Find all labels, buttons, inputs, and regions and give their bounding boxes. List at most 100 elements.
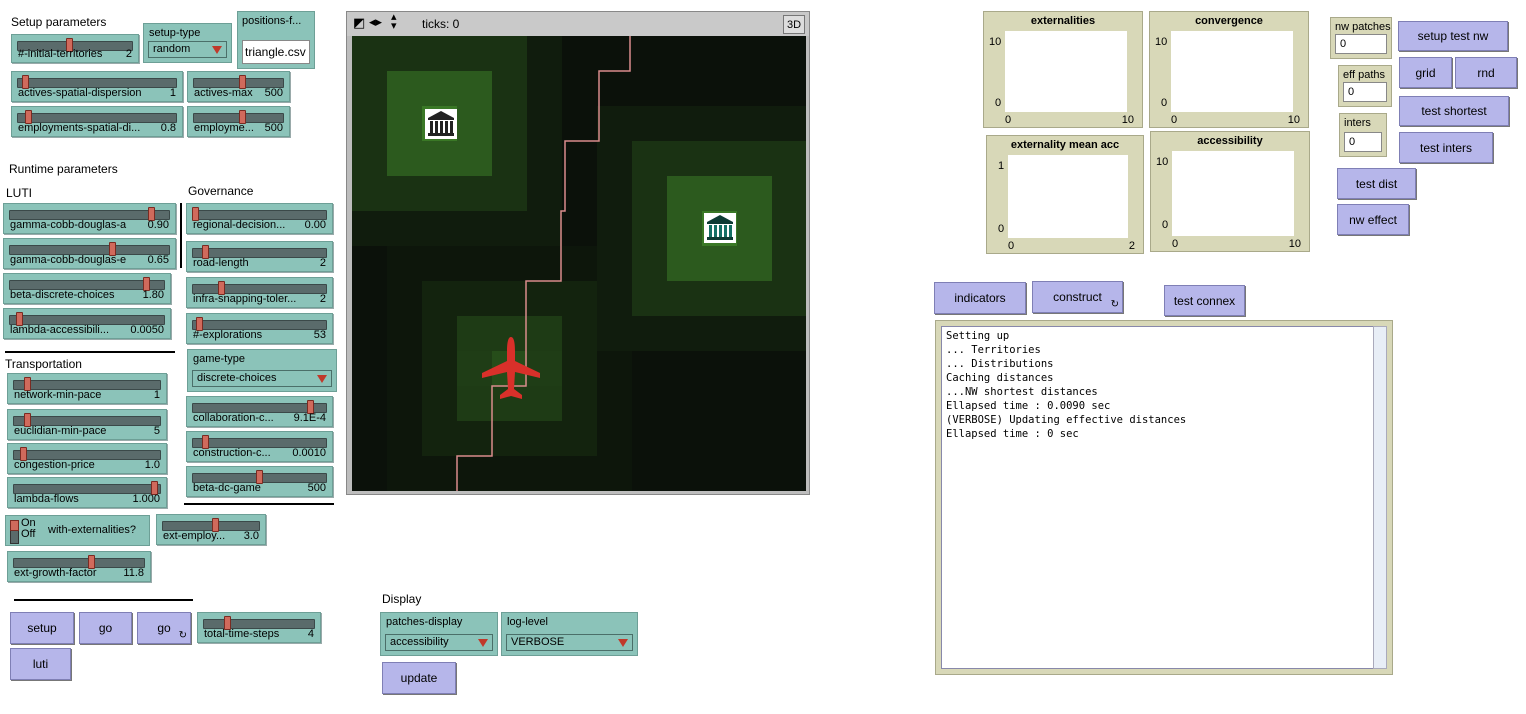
slider-collaboration-cost[interactable]: collaboration-c... 9.1E-4 (186, 396, 333, 427)
slider-network-min-pace[interactable]: network-min-pace 1 (7, 373, 167, 404)
section-governance-title: Governance (188, 184, 254, 198)
slider-lambda-accessibility[interactable]: lambda-accessibili... 0.0050 (3, 308, 171, 339)
output-text[interactable]: Setting up ... Territories ... Distribut… (941, 326, 1375, 669)
switch-with-externalities[interactable]: On Off with-externalities? (5, 515, 150, 546)
chooser-setup-type-select[interactable]: random (148, 41, 227, 58)
go-forever-button[interactable]: go ↻ (137, 612, 191, 644)
pan-horizontal-icon[interactable]: ◂▸ (369, 14, 382, 30)
test-connex-button[interactable]: test connex (1164, 285, 1245, 316)
y-max-label: 10 (989, 36, 1002, 48)
slider-total-time-steps[interactable]: total-time-steps 4 (197, 612, 321, 643)
slider-initial-territories[interactable]: #-initial-territories 2 (11, 34, 139, 63)
input-inters[interactable]: inters 0 (1339, 113, 1387, 157)
test-inters-button[interactable]: test inters (1399, 132, 1493, 163)
chooser-game-type[interactable]: game-type discrete-choices (187, 349, 337, 392)
plot-area (1172, 151, 1294, 236)
input-nw-patches[interactable]: nw patches 0 (1330, 17, 1392, 59)
test-dist-button[interactable]: test dist (1337, 168, 1416, 199)
patch (562, 36, 597, 71)
slider-employments-max[interactable]: employme... 500 (187, 106, 290, 137)
patch (667, 421, 702, 456)
slider-beta-dc-game[interactable]: beta-dc-game 500 (186, 466, 333, 497)
construct-button[interactable]: construct ↻ (1032, 281, 1123, 313)
patch (772, 36, 806, 71)
nw-patches-field[interactable]: 0 (1335, 34, 1387, 54)
patch (387, 106, 422, 141)
patch (562, 316, 597, 351)
chooser-setup-type[interactable]: setup-type random (143, 23, 232, 63)
setup-test-nw-button[interactable]: setup test nw (1398, 21, 1508, 51)
slider-road-length[interactable]: road-length 2 (186, 241, 333, 272)
chooser-patches-display[interactable]: patches-display accessibility (380, 612, 498, 656)
patch (632, 36, 667, 71)
chooser-log-level-select[interactable]: VERBOSE (506, 634, 633, 651)
patch (387, 421, 422, 456)
patch (352, 36, 387, 71)
update-button[interactable]: update (382, 662, 456, 694)
slider-gamma-cobb-douglas-e[interactable]: gamma-cobb-douglas-e 0.65 (3, 238, 176, 269)
patch (737, 141, 772, 176)
patch (562, 141, 597, 176)
slider-lambda-flows[interactable]: lambda-flows 1.000 (7, 477, 167, 508)
input-positions-file[interactable]: positions-f... triangle.csv (237, 11, 315, 69)
slider-infra-snapping-tolerance[interactable]: infra-snapping-toler... 2 (186, 277, 333, 308)
world-view[interactable]: ◩ ◂▸ ▴ ▾ ticks: 0 3D (346, 11, 810, 495)
slider-explorations[interactable]: #-explorations 53 (186, 313, 333, 344)
slider-construction-cost[interactable]: construction-c... 0.0010 (186, 431, 333, 462)
chooser-game-type-select[interactable]: discrete-choices (192, 370, 332, 387)
chooser-patches-display-select[interactable]: accessibility (385, 634, 493, 651)
slider-actives-spatial-dispersion[interactable]: actives-spatial-dispersion 1 (11, 71, 183, 102)
setup-button[interactable]: setup (10, 612, 74, 644)
patch (667, 281, 702, 316)
slider-euclidian-min-pace[interactable]: euclidian-min-pace 5 (7, 409, 167, 440)
x-max-label: 10 (1288, 238, 1301, 250)
patch (772, 316, 806, 351)
go-button[interactable]: go (79, 612, 132, 644)
patch (772, 211, 806, 246)
patch (597, 456, 632, 491)
inters-field[interactable]: 0 (1344, 132, 1382, 152)
y-max-label: 1 (998, 160, 1005, 172)
resize-icon[interactable]: ◩ (353, 15, 365, 31)
x-min-label: 0 (1005, 114, 1012, 126)
patch (737, 386, 772, 421)
slider-congestion-price[interactable]: congestion-price 1.0 (7, 443, 167, 474)
forever-icon: ↻ (1110, 299, 1119, 310)
patch (527, 246, 562, 281)
slider-ext-employments[interactable]: ext-employ... 3.0 (156, 514, 266, 545)
patch (597, 386, 632, 421)
indicators-button[interactable]: indicators (934, 282, 1026, 314)
patch (702, 106, 737, 141)
eff-paths-field[interactable]: 0 (1343, 82, 1387, 102)
nw-effect-button[interactable]: nw effect (1337, 204, 1409, 235)
slider-gamma-cobb-douglas-a[interactable]: gamma-cobb-douglas-a 0.90 (3, 203, 176, 234)
positions-file-field[interactable]: triangle.csv (242, 40, 310, 64)
view-toolbar: ◩ ◂▸ ▴ ▾ ticks: 0 3D (347, 12, 809, 36)
plot-accessibility: accessibility 10 0 0 10 (1150, 131, 1310, 252)
patch (457, 281, 492, 316)
chooser-log-level[interactable]: log-level VERBOSE (501, 612, 638, 656)
test-shortest-button[interactable]: test shortest (1399, 96, 1509, 126)
3d-button[interactable]: 3D (783, 15, 805, 34)
rnd-button[interactable]: rnd (1455, 57, 1517, 88)
slider-ext-growth-factor[interactable]: ext-growth-factor 11.8 (7, 551, 151, 582)
patch (527, 456, 562, 491)
patch (562, 71, 597, 106)
slider-regional-decision[interactable]: regional-decision... 0.00 (186, 203, 333, 234)
patch (632, 176, 667, 211)
patch (667, 36, 702, 71)
output-scrollbar[interactable] (1373, 326, 1387, 669)
section-transportation-title: Transportation (5, 357, 82, 371)
patch (667, 246, 702, 281)
patch (492, 211, 527, 246)
world-grid[interactable] (352, 36, 806, 491)
input-eff-paths[interactable]: eff paths 0 (1338, 65, 1392, 107)
slider-beta-discrete-choices[interactable]: beta-discrete-choices 1.80 (3, 273, 171, 304)
slider-employments-spatial-dispersion[interactable]: employments-spatial-di... 0.8 (11, 106, 183, 137)
slider-actives-max[interactable]: actives-max 500 (187, 71, 290, 102)
section-setup-title: Setup parameters (11, 15, 107, 29)
dropdown-arrow-icon (478, 639, 488, 647)
grid-button[interactable]: grid (1399, 57, 1452, 88)
luti-button[interactable]: luti (10, 648, 71, 680)
pan-vertical-icon[interactable]: ▴ ▾ (391, 12, 397, 32)
